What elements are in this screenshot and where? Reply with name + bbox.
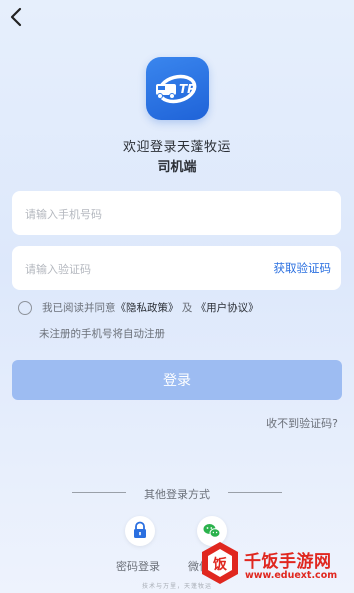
get-code-button[interactable]: 获取验证码 bbox=[274, 246, 332, 290]
chevron-left-icon[interactable] bbox=[6, 6, 28, 28]
app-subtitle: 司机端 bbox=[157, 160, 197, 175]
agreement-text: 我已阅读并同意《隐私政策》 及 《用户协议》 bbox=[42, 300, 259, 315]
phone-input[interactable] bbox=[23, 191, 257, 237]
agreement-checkbox[interactable] bbox=[18, 301, 32, 315]
svg-text:TP: TP bbox=[179, 82, 196, 96]
watermark-title: 千饭手游网 bbox=[244, 552, 332, 572]
phone-field bbox=[12, 191, 341, 237]
code-field: 获取验证码 bbox=[12, 246, 341, 292]
auto-register-hint: 未注册的手机号将自动注册 bbox=[39, 328, 165, 340]
privacy-policy-link[interactable]: 《隐私政策》 bbox=[116, 302, 179, 314]
divider-right bbox=[228, 492, 282, 493]
watermark-logo-icon: 饭 bbox=[202, 542, 238, 584]
lock-icon bbox=[134, 521, 146, 538]
user-agreement-link[interactable]: 《用户协议》 bbox=[196, 302, 259, 314]
svg-text:饭: 饭 bbox=[212, 556, 228, 573]
other-login-title: 其他登录方式 bbox=[144, 488, 210, 501]
code-input[interactable] bbox=[23, 246, 257, 292]
welcome-title: 欢迎登录天蓬牧运 bbox=[122, 140, 231, 155]
login-button[interactable]: 登录 bbox=[12, 360, 342, 400]
truck-icon: TP bbox=[156, 74, 197, 104]
password-login-label[interactable]: 密码登录 bbox=[116, 558, 160, 574]
footer-slogan: 技术与万里，天蓬牧运 bbox=[141, 583, 212, 590]
password-login-button[interactable] bbox=[125, 516, 155, 546]
agreement-prefix: 我已阅读并同意 bbox=[42, 302, 116, 314]
agreement-and: 及 bbox=[181, 302, 193, 314]
app-logo: TP bbox=[146, 57, 209, 120]
watermark-url: www.eduext.com bbox=[245, 570, 338, 581]
no-code-link[interactable]: 收不到验证码? bbox=[266, 415, 338, 431]
